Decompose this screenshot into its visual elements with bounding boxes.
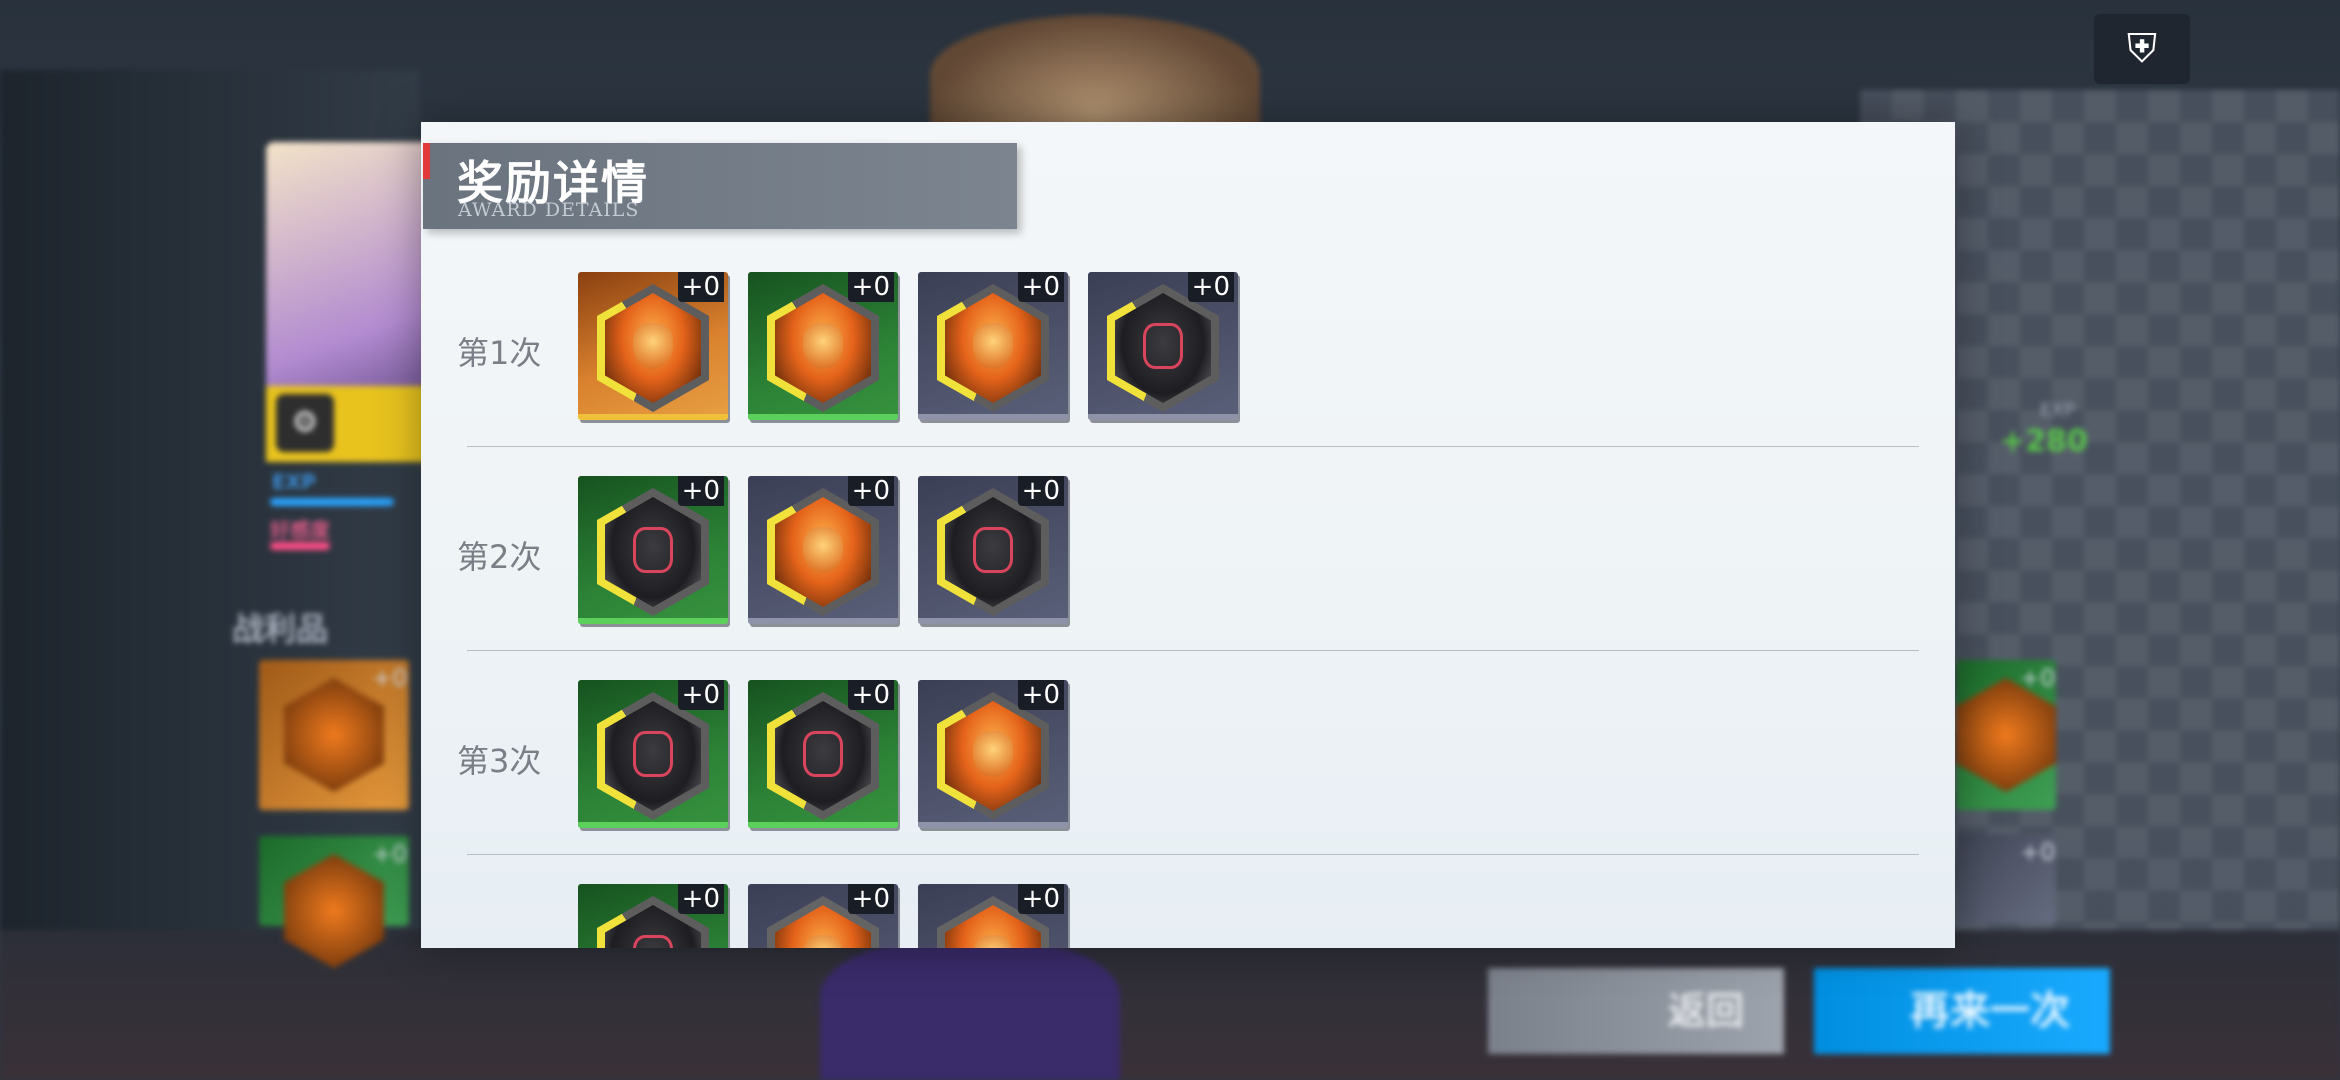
loot-item-count: +0 (372, 840, 408, 868)
exp-gain-value: +280 (2000, 424, 2088, 459)
item-count-badge: +0 (1017, 272, 1064, 302)
award-details-modal: 奖励详情 AWARD DETAILS 第1次 +0 +0 +0 +0 第2次 +0 +0 +0 第… (421, 122, 1955, 948)
item-count-badge: +0 (1017, 680, 1064, 710)
mech-icon[interactable]: ⛨ (2094, 14, 2190, 84)
background-character-body (820, 940, 1120, 1080)
reward-item[interactable]: +0 (918, 476, 1068, 624)
round-divider (467, 854, 1919, 855)
reward-item[interactable]: +0 (578, 884, 728, 948)
item-count-badge: +0 (1187, 272, 1234, 302)
reward-item[interactable]: +0 (748, 476, 898, 624)
item-count-badge: +0 (847, 884, 894, 914)
reward-item[interactable]: +0 (748, 884, 898, 948)
modal-subtitle: AWARD DETAILS (458, 199, 640, 221)
round-row: +0 +0 +0 (421, 884, 1955, 948)
rounds-list[interactable]: 第1次 +0 +0 +0 +0 第2次 +0 +0 +0 第3次 +0 +0 +0 +0 +0 +0 (421, 272, 1955, 948)
play-again-button[interactable]: 再来一次 (1814, 968, 2110, 1054)
header-accent (423, 143, 430, 179)
round-row: 第3次 +0 +0 +0 (421, 680, 1955, 884)
reward-item[interactable]: +0 (578, 272, 728, 420)
background-character-hair (930, 15, 1260, 135)
reward-item[interactable]: +0 (1088, 272, 1238, 420)
item-count-badge: +0 (847, 680, 894, 710)
item-count-badge: +0 (1017, 884, 1064, 914)
item-count-badge: +0 (847, 272, 894, 302)
item-count-badge: +0 (677, 272, 724, 302)
reward-item[interactable]: +0 (748, 272, 898, 420)
character-portrait-card: ⚙ (266, 142, 426, 462)
mask-fragment-icon (767, 692, 879, 820)
reward-item[interactable]: +0 (748, 680, 898, 828)
loot-item-count: +0 (2020, 664, 2056, 692)
mask-fragment-icon (767, 284, 879, 412)
reward-item[interactable]: +0 (578, 476, 728, 624)
return-button[interactable]: 返回 (1488, 968, 1784, 1054)
reward-item[interactable]: +0 (578, 680, 728, 828)
favor-label: 好感度 (270, 518, 330, 542)
exp-bar (270, 498, 394, 506)
round-divider (467, 650, 1919, 651)
round-label: 第1次 (457, 334, 542, 372)
item-count-badge: +0 (677, 680, 724, 710)
item-count-badge: +0 (677, 884, 724, 914)
character-class-icon: ⚙ (276, 394, 334, 452)
loot-label: 战利品 (232, 610, 329, 648)
exp-label: EXP (272, 470, 316, 494)
round-label: 第2次 (457, 538, 542, 576)
mask-fragment-icon (937, 284, 1049, 412)
item-count-badge: +0 (847, 476, 894, 506)
loot-item-count: +0 (2020, 838, 2056, 866)
mask-fragment-icon (597, 284, 709, 412)
item-count-badge: +0 (1017, 476, 1064, 506)
round-divider (467, 446, 1919, 447)
modal-header: 奖励详情 AWARD DETAILS (423, 143, 1017, 229)
round-row: 第1次 +0 +0 +0 +0 (421, 272, 1955, 476)
item-count-badge: +0 (677, 476, 724, 506)
mask-fragment-icon (597, 488, 709, 616)
mask-fragment-icon (937, 488, 1049, 616)
mask-fragment-icon (767, 488, 879, 616)
mask-fragment-icon (597, 692, 709, 820)
reward-item[interactable]: +0 (918, 680, 1068, 828)
reward-item[interactable]: +0 (918, 272, 1068, 420)
mask-fragment-icon (1107, 284, 1219, 412)
exp-gain-label: EXP (2040, 400, 2075, 421)
loot-item-count: +0 (372, 664, 408, 692)
round-row: 第2次 +0 +0 +0 (421, 476, 1955, 680)
round-label: 第3次 (457, 742, 542, 780)
mask-fragment-icon (937, 692, 1049, 820)
favor-bar (270, 542, 330, 550)
reward-item[interactable]: +0 (918, 884, 1068, 948)
